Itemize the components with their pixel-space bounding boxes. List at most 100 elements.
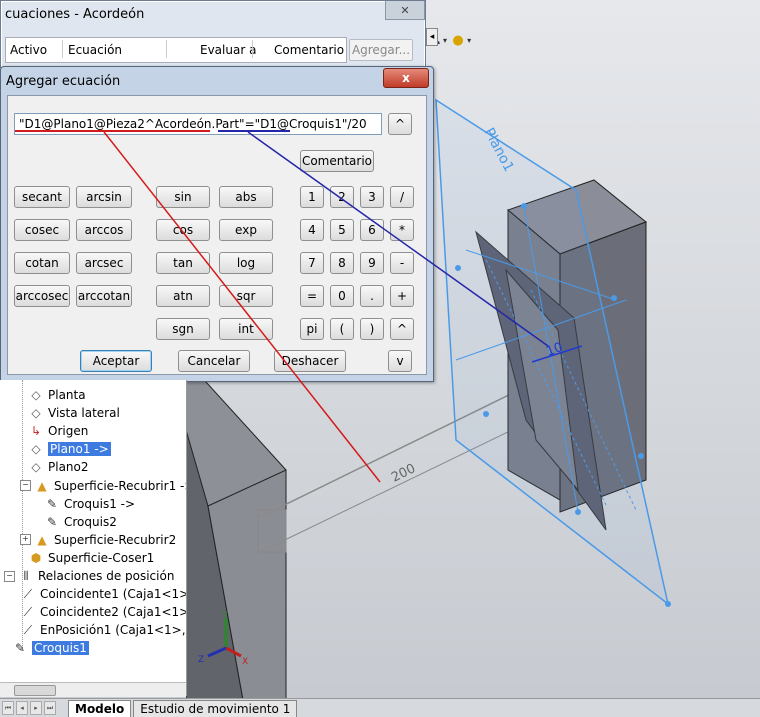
prev-tab-icon[interactable]: ◂ <box>16 701 28 715</box>
dialog-title: Agregar ecuación <box>6 74 121 89</box>
tree-horizontal-scrollbar[interactable] <box>0 682 186 697</box>
tab-motion-study[interactable]: Estudio de movimiento 1 <box>133 699 298 717</box>
tree-item-label: Superficie-Coser1 <box>48 550 155 565</box>
keypad-button[interactable]: 3 <box>360 186 384 208</box>
tree-item-label: Coincidente2 (Caja1<1> <box>40 605 187 620</box>
keypad-button[interactable]: 8 <box>330 252 354 274</box>
equations-window-title: cuaciones - Acordeón <box>5 7 145 22</box>
function-button-exp[interactable]: exp <box>219 219 273 241</box>
tree-item-label: Coincidente1 (Caja1<1> <box>40 587 187 602</box>
function-button-arccos[interactable]: arccos <box>76 219 132 241</box>
keypad-button[interactable]: pi <box>300 318 324 340</box>
function-button-int[interactable]: int <box>219 318 273 340</box>
collapse-icon[interactable]: − <box>4 570 15 582</box>
keypad-button[interactable]: 0 <box>330 285 354 307</box>
expand-button[interactable]: v <box>388 350 412 372</box>
mates-icon: ⦀ <box>23 568 29 583</box>
plane-icon: ◇ <box>31 442 41 457</box>
column-active[interactable]: Activo <box>10 43 47 57</box>
tree-item[interactable]: ⟋ Coincidente1 (Caja1<1> <box>20 585 187 603</box>
knit-surface-icon: ⬢ <box>30 550 42 565</box>
close-icon[interactable]: ✕ <box>385 1 425 20</box>
tree-item[interactable]: ✎ Croquis2 <box>44 513 117 531</box>
function-button-tan[interactable]: tan <box>156 252 210 274</box>
tree-item[interactable]: ◇ Plano2 <box>28 458 88 476</box>
tree-item[interactable]: ◇ Vista lateral <box>28 404 119 422</box>
keypad-button[interactable]: 2 <box>330 186 354 208</box>
function-button-arccotan[interactable]: arccotan <box>76 285 132 307</box>
keypad-button[interactable]: 5 <box>330 219 354 241</box>
keypad-button[interactable]: 6 <box>360 219 384 241</box>
formula-input[interactable]: "D1@Plano1@Pieza2^Acordeón.Part" = "D1@Cro… <box>14 113 382 135</box>
dialog-body: "D1@Plano1@Pieza2^Acordeón.Part" = "D1@Cro… <box>7 95 427 375</box>
tree-item-label: EnPosición1 (Caja1<1>, <box>40 623 186 638</box>
keypad-button[interactable]: 4 <box>300 219 324 241</box>
tree-item[interactable]: − ▲ Superficie-Recubrir1 -> <box>20 477 186 495</box>
function-button-atn[interactable]: atn <box>156 285 210 307</box>
tree-item[interactable]: ⟋ Coincidente2 (Caja1<1> <box>20 603 187 621</box>
tree-item[interactable]: ✎ Croquis1 <box>12 639 89 657</box>
expand-icon[interactable]: + <box>20 534 31 546</box>
chevron-up-icon: ^ <box>394 117 406 131</box>
mate-icon: ⟋ <box>23 622 33 637</box>
keypad-button[interactable]: ^ <box>390 318 414 340</box>
tree-item[interactable]: ↳ Origen <box>28 422 88 440</box>
collapse-button[interactable]: ^ <box>388 113 412 135</box>
tree-item[interactable]: ⟋ EnPosición1 (Caja1<1>, <box>20 621 186 639</box>
tree-item-label: Croquis2 <box>64 514 117 529</box>
keypad-button[interactable]: 1 <box>300 186 324 208</box>
chevron-down-icon[interactable]: ▾ <box>467 36 471 45</box>
tree-item[interactable]: ✎ Croquis1 -> <box>44 495 135 513</box>
tree-item[interactable]: − ⦀ Relaciones de posición <box>4 567 174 585</box>
function-button-arcsec[interactable]: arcsec <box>76 252 132 274</box>
function-button-log[interactable]: log <box>219 252 273 274</box>
sketch-icon: ✎ <box>46 496 58 511</box>
keypad-button[interactable]: 9 <box>360 252 384 274</box>
keypad-button[interactable]: = <box>300 285 324 307</box>
function-button-secant[interactable]: secant <box>14 186 70 208</box>
function-button-arcsin[interactable]: arcsin <box>76 186 132 208</box>
window-scroll-left[interactable]: ◂ <box>426 28 438 46</box>
undo-button[interactable]: Deshacer <box>274 350 346 372</box>
keypad-button[interactable]: + <box>390 285 414 307</box>
sketch-icon: ✎ <box>14 641 26 656</box>
cancel-button[interactable]: Cancelar <box>178 350 250 372</box>
tree-item[interactable]: ◇ Plano1 -> <box>28 440 111 458</box>
sketch-icon: ✎ <box>46 514 58 529</box>
comment-button[interactable]: Comentario <box>300 150 374 172</box>
function-button-arccosec[interactable]: arccosec <box>14 285 70 307</box>
keypad-button[interactable]: / <box>390 186 414 208</box>
column-evaluate[interactable]: Evaluar a <box>200 43 256 57</box>
function-button-sin[interactable]: sin <box>156 186 210 208</box>
keypad-button[interactable]: ) <box>360 318 384 340</box>
collapse-icon[interactable]: − <box>20 480 31 491</box>
column-equation[interactable]: Ecuación <box>68 43 122 57</box>
loft-surface-icon: ▲ <box>37 478 47 493</box>
tree-item[interactable]: + ▲ Superficie-Recubrir2 <box>20 531 176 549</box>
tree-item[interactable]: ◇ Planta <box>28 386 85 404</box>
function-button-cotan[interactable]: cotan <box>14 252 70 274</box>
function-button-sqr[interactable]: sqr <box>219 285 273 307</box>
scrollbar-thumb[interactable] <box>14 685 56 696</box>
function-button-abs[interactable]: abs <box>219 186 273 208</box>
add-equation-button[interactable]: Agregar... <box>349 39 413 61</box>
function-button-sgn[interactable]: sgn <box>156 318 210 340</box>
keypad-button[interactable]: - <box>390 252 414 274</box>
last-tab-icon[interactable]: ⏭ <box>44 701 56 715</box>
tree-item[interactable]: ⬢ Superficie-Coser1 <box>28 549 155 567</box>
first-tab-icon[interactable]: ⏮ <box>2 701 14 715</box>
close-icon[interactable]: x <box>383 68 429 88</box>
keypad-button[interactable]: * <box>390 219 414 241</box>
tab-model[interactable]: Modelo <box>68 699 132 717</box>
function-button-cosec[interactable]: cosec <box>14 219 70 241</box>
keypad-button[interactable]: ( <box>330 318 354 340</box>
keypad-button[interactable]: . <box>360 285 384 307</box>
render-icon[interactable]: ● <box>450 32 466 48</box>
column-comment[interactable]: Comentario <box>274 43 344 57</box>
keypad-button[interactable]: 7 <box>300 252 324 274</box>
next-tab-icon[interactable]: ▸ <box>30 701 42 715</box>
equations-window: cuaciones - Acordeón ✕ Activo Ecuación E… <box>0 0 426 68</box>
chevron-down-icon[interactable]: ▾ <box>443 36 447 45</box>
function-button-cos[interactable]: cos <box>156 219 210 241</box>
accept-button[interactable]: Aceptar <box>80 350 152 372</box>
